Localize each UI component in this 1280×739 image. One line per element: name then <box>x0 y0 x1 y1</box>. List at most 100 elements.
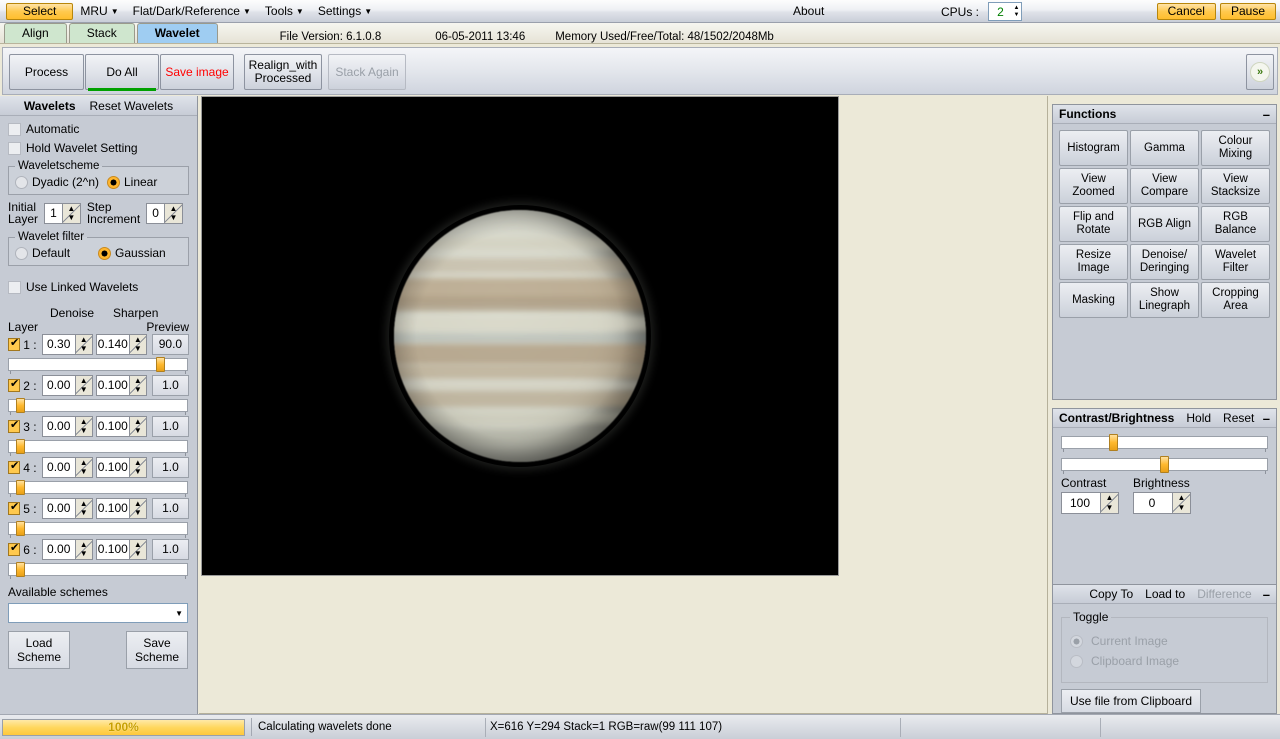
menu-flat-dark-reference[interactable]: Flat/Dark/Reference▼ <box>126 1 258 21</box>
layer-denoise-spinner[interactable]: ▲▼ <box>75 417 92 436</box>
function-button-masking[interactable]: Masking <box>1059 282 1128 318</box>
spinner-up-icon[interactable]: ▲ <box>76 459 92 467</box>
layer-preview-value[interactable]: 1.0 <box>152 539 189 560</box>
image-workspace[interactable] <box>199 96 1048 714</box>
save-image-button[interactable]: Save image <box>160 54 234 90</box>
reset-wavelets-link[interactable]: Reset Wavelets <box>90 99 174 113</box>
automatic-checkbox[interactable]: Automatic <box>8 122 189 136</box>
load-scheme-button[interactable]: Load Scheme <box>8 631 70 669</box>
layer-denoise-stepper[interactable]: 0.00▲▼ <box>42 539 93 560</box>
cpus-spinner-arrows[interactable]: ▲ ▼ <box>1012 3 1021 20</box>
layer-slider[interactable] <box>8 521 188 535</box>
layer-enabled-checkbox[interactable] <box>8 543 20 556</box>
function-button-cropping-area[interactable]: Cropping Area <box>1201 282 1270 318</box>
layer-slider[interactable] <box>8 439 188 453</box>
layer-denoise-spinner[interactable]: ▲▼ <box>75 335 92 354</box>
layer-enabled-checkbox[interactable] <box>8 420 20 433</box>
layer-enabled-checkbox[interactable] <box>8 379 20 392</box>
menu-mru[interactable]: MRU▼ <box>73 1 125 21</box>
spinner-up-icon[interactable]: ▲ <box>130 541 146 549</box>
tab-align[interactable]: Align <box>4 23 67 43</box>
layer-slider[interactable] <box>8 562 188 576</box>
layer-sharpen-stepper[interactable]: 0.100▲▼ <box>96 375 147 396</box>
layer-sharpen-stepper[interactable]: 0.100▲▼ <box>96 539 147 560</box>
save-scheme-button[interactable]: Save Scheme <box>126 631 188 669</box>
radio-current-image[interactable]: Current Image <box>1070 634 1259 648</box>
layer-sharpen-spinner[interactable]: ▲▼ <box>129 499 146 518</box>
copy-to-link[interactable]: Copy To <box>1089 587 1133 601</box>
step-increment-stepper[interactable]: 0 ▲ ▼ <box>146 203 183 224</box>
layer-denoise-stepper[interactable]: 0.00▲▼ <box>42 375 93 396</box>
spinner-down-icon[interactable]: ▼ <box>76 427 92 435</box>
function-button-rgb-align[interactable]: RGB Align <box>1130 206 1199 242</box>
function-button-view-stacksize[interactable]: View Stacksize <box>1201 168 1270 204</box>
layer-preview-value[interactable]: 1.0 <box>152 375 189 396</box>
initial-layer-stepper[interactable]: 1 ▲ ▼ <box>44 203 81 224</box>
slider-thumb[interactable] <box>16 439 25 454</box>
layer-denoise-stepper[interactable]: 0.00▲▼ <box>42 498 93 519</box>
radio-linear[interactable]: Linear <box>107 175 157 189</box>
spinner-down-icon[interactable]: ▼ <box>1101 504 1118 512</box>
initial-layer-spinner[interactable]: ▲ ▼ <box>62 204 80 223</box>
spinner-up-icon[interactable]: ▲ <box>76 377 92 385</box>
spinner-up-icon[interactable]: ▲ <box>76 418 92 426</box>
layer-sharpen-stepper[interactable]: 0.100▲▼ <box>96 498 147 519</box>
radio-gaussian[interactable]: Gaussian <box>98 246 166 260</box>
spinner-down-icon[interactable]: ▼ <box>130 427 146 435</box>
spinner-up-icon[interactable]: ▲ <box>130 336 146 344</box>
spinner-up-icon[interactable]: ▲ <box>76 541 92 549</box>
slider-thumb[interactable] <box>16 562 25 577</box>
spinner-up-icon[interactable]: ▲ <box>130 377 146 385</box>
spinner-down-icon[interactable]: ▼ <box>130 386 146 394</box>
spinner-up-icon[interactable]: ▲ <box>165 205 182 213</box>
spinner-down-icon[interactable]: ▼ <box>76 386 92 394</box>
layer-sharpen-spinner[interactable]: ▲▼ <box>129 458 146 477</box>
pause-button[interactable]: Pause <box>1220 3 1276 20</box>
function-button-show-linegraph[interactable]: Show Linegraph <box>1130 282 1199 318</box>
layer-sharpen-stepper[interactable]: 0.100▲▼ <box>96 457 147 478</box>
layer-preview-value[interactable]: 1.0 <box>152 457 189 478</box>
layer-sharpen-stepper[interactable]: 0.140▲▼ <box>96 334 147 355</box>
select-button[interactable]: Select <box>6 3 73 20</box>
function-button-denoise-deringing[interactable]: Denoise/ Deringing <box>1130 244 1199 280</box>
radio-dyadic[interactable]: Dyadic (2^n) <box>15 175 99 189</box>
spinner-down-icon[interactable]: ▼ <box>1012 12 1021 19</box>
brightness-stepper[interactable]: 0 ▲ ▼ <box>1133 492 1191 514</box>
spinner-up-icon[interactable]: ▲ <box>130 500 146 508</box>
stack-again-button[interactable]: Stack Again <box>328 54 406 90</box>
function-button-gamma[interactable]: Gamma <box>1130 130 1199 166</box>
use-linked-wavelets-checkbox[interactable]: Use Linked Wavelets <box>8 280 189 294</box>
minimize-icon[interactable]: – <box>1263 107 1270 122</box>
spinner-down-icon[interactable]: ▼ <box>130 509 146 517</box>
process-button[interactable]: Process <box>9 54 84 90</box>
spinner-down-icon[interactable]: ▼ <box>1173 504 1190 512</box>
layer-sharpen-stepper[interactable]: 0.100▲▼ <box>96 416 147 437</box>
spinner-down-icon[interactable]: ▼ <box>130 468 146 476</box>
slider-thumb[interactable] <box>16 521 25 536</box>
menu-tools[interactable]: Tools▼ <box>258 1 311 21</box>
function-button-flip-and-rotate[interactable]: Flip and Rotate <box>1059 206 1128 242</box>
brightness-slider[interactable] <box>1061 456 1268 472</box>
cancel-button[interactable]: Cancel <box>1157 3 1216 20</box>
spinner-down-icon[interactable]: ▼ <box>76 550 92 558</box>
slider-thumb[interactable] <box>16 398 25 413</box>
function-button-resize-image[interactable]: Resize Image <box>1059 244 1128 280</box>
spinner-up-icon[interactable]: ▲ <box>63 205 80 213</box>
slider-thumb[interactable] <box>16 480 25 495</box>
difference-link[interactable]: Difference <box>1197 587 1251 601</box>
spinner-up-icon[interactable]: ▲ <box>130 418 146 426</box>
function-button-rgb-balance[interactable]: RGB Balance <box>1201 206 1270 242</box>
cpus-stepper[interactable]: 2 ▲ ▼ <box>988 2 1022 21</box>
spinner-down-icon[interactable]: ▼ <box>63 214 80 222</box>
layer-preview-value[interactable]: 1.0 <box>152 416 189 437</box>
spinner-down-icon[interactable]: ▼ <box>76 468 92 476</box>
layer-preview-value[interactable]: 90.0 <box>152 334 189 355</box>
function-button-wavelet-filter[interactable]: Wavelet Filter <box>1201 244 1270 280</box>
image-canvas[interactable] <box>201 96 839 576</box>
step-increment-spinner[interactable]: ▲ ▼ <box>164 204 182 223</box>
do-all-button[interactable]: Do All <box>85 54 159 90</box>
menu-settings[interactable]: Settings▼ <box>311 1 379 21</box>
function-button-view-zoomed[interactable]: View Zoomed <box>1059 168 1128 204</box>
radio-default[interactable]: Default <box>15 246 70 260</box>
spinner-down-icon[interactable]: ▼ <box>130 345 146 353</box>
